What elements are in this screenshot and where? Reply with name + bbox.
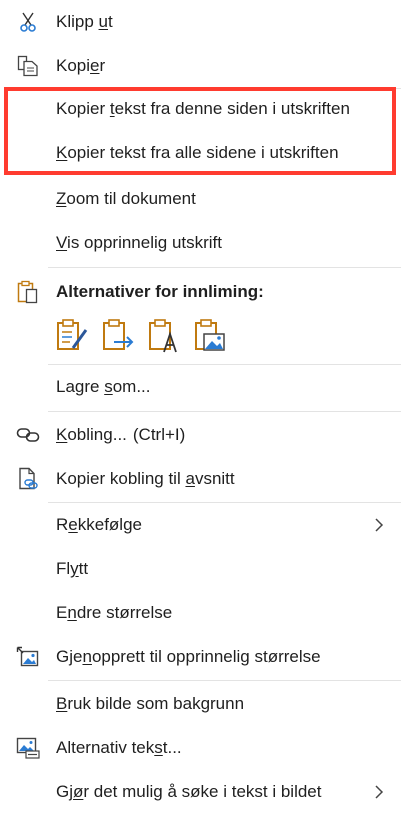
context-menu: Klipp ut Kopier Kopier tekst fra denne s… bbox=[0, 0, 401, 814]
scissors-icon bbox=[16, 10, 40, 34]
shortcut-hint: (Ctrl+I) bbox=[132, 425, 186, 444]
separator bbox=[48, 680, 401, 681]
menu-item-searchable-text[interactable]: Gjør det mulig å søke i tekst i bildet bbox=[0, 770, 401, 814]
menu-item-move[interactable]: Flytt bbox=[0, 547, 401, 591]
menu-item-label: Gjenopprett til opprinnelig størrelse bbox=[56, 647, 321, 666]
menu-item-label: Klipp ut bbox=[56, 12, 113, 31]
menu-item-zoom-document[interactable]: Zoom til dokument bbox=[0, 177, 401, 221]
menu-item-label: Endre størrelse bbox=[56, 603, 173, 622]
menu-item-resize[interactable]: Endre størrelse bbox=[0, 591, 401, 635]
menu-item-label: Rekkefølge bbox=[56, 515, 142, 534]
menu-item-cut[interactable]: Klipp ut bbox=[0, 0, 401, 44]
menu-item-use-as-background[interactable]: Bruk bilde som bakgrunn bbox=[0, 682, 401, 726]
menu-item-label: Zoom til dokument bbox=[56, 189, 196, 208]
menu-item-reset-size[interactable]: Gjenopprett til opprinnelig størrelse bbox=[0, 635, 401, 679]
menu-item-alt-text[interactable]: Alternativ tekst... bbox=[0, 726, 401, 770]
paste-options bbox=[56, 318, 226, 354]
paste-header-label: Alternativer for innliming: bbox=[56, 282, 264, 301]
menu-item-label: Kobling... (Ctrl+I) bbox=[56, 425, 186, 444]
clipboard-icon bbox=[16, 280, 40, 304]
menu-item-copy-link-to-paragraph[interactable]: Kopier kobling til avsnitt bbox=[0, 457, 401, 501]
menu-item-save-as[interactable]: Lagre som... bbox=[0, 365, 401, 409]
separator bbox=[48, 267, 401, 268]
reset-picture-icon bbox=[16, 645, 40, 669]
paste-link-icon[interactable] bbox=[102, 318, 134, 354]
paste-keep-formatting-icon[interactable] bbox=[56, 318, 88, 354]
separator bbox=[48, 411, 401, 412]
menu-item-label: Kopier bbox=[56, 56, 106, 75]
menu-item-order[interactable]: Rekkefølge bbox=[0, 503, 401, 547]
copy-icon bbox=[16, 54, 40, 78]
menu-item-label: Alternativ tekst... bbox=[56, 738, 182, 757]
paste-text-only-icon[interactable] bbox=[148, 318, 180, 354]
highlight-box bbox=[4, 87, 396, 175]
menu-item-link[interactable]: Kobling... (Ctrl+I) bbox=[0, 413, 401, 457]
menu-item-label: Vis opprinnelig utskrift bbox=[56, 233, 223, 252]
menu-item-show-original[interactable]: Vis opprinnelig utskrift bbox=[0, 221, 401, 265]
paste-options-header: Alternativer for innliming: bbox=[0, 270, 401, 314]
menu-item-label: Flytt bbox=[56, 559, 89, 578]
paste-picture-icon[interactable] bbox=[194, 318, 226, 354]
menu-item-label: Bruk bilde som bakgrunn bbox=[56, 694, 245, 713]
chevron-right-icon bbox=[373, 517, 385, 533]
alt-text-icon bbox=[16, 736, 40, 760]
chevron-right-icon bbox=[373, 784, 385, 800]
menu-item-label: Lagre som... bbox=[56, 377, 151, 396]
menu-item-copy[interactable]: Kopier bbox=[0, 44, 401, 88]
menu-item-label: Kopier kobling til avsnitt bbox=[56, 469, 235, 488]
menu-item-label: Gjør det mulig å søke i tekst i bildet bbox=[56, 782, 322, 801]
link-icon bbox=[16, 423, 40, 447]
link-document-icon bbox=[16, 467, 40, 491]
